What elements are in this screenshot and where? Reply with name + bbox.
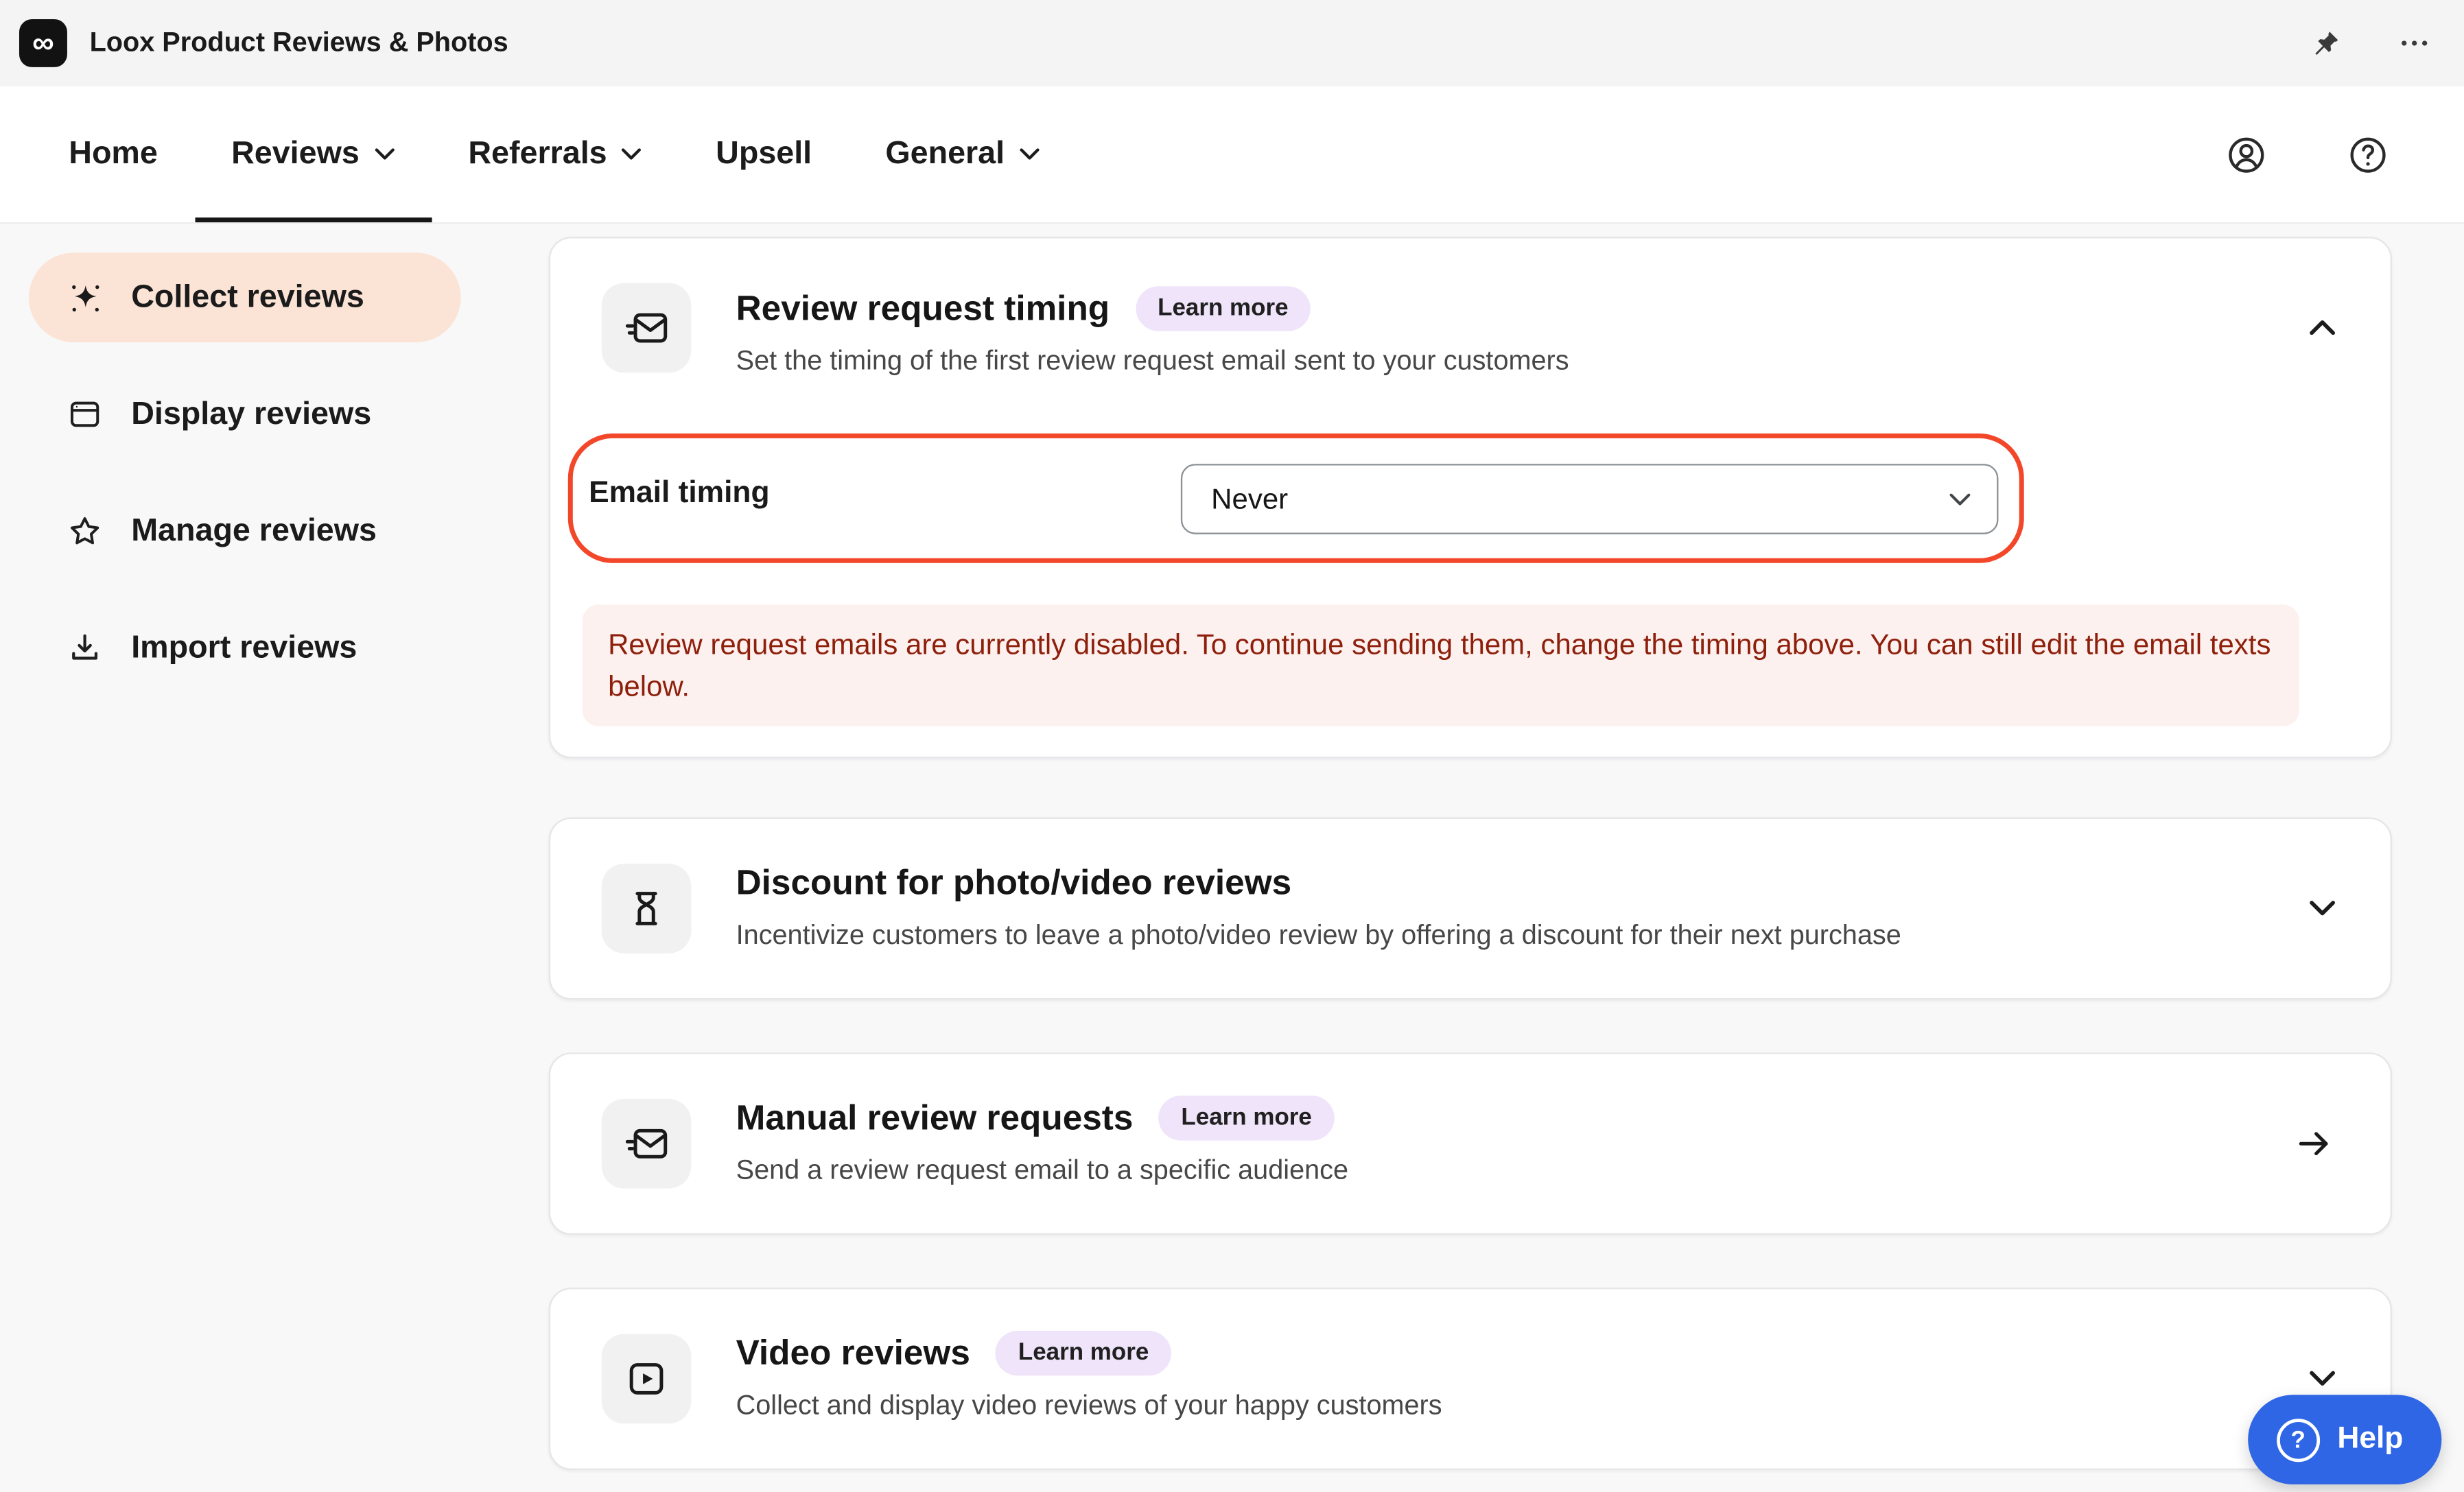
card-title: Review request timing <box>736 286 1110 331</box>
card-title: Video reviews <box>736 1331 970 1375</box>
loox-logo-icon: ∞ <box>19 19 67 67</box>
sidebar-item-collect-reviews[interactable]: Collect reviews <box>29 252 461 342</box>
tab-referrals[interactable]: Referrals <box>432 86 679 222</box>
question-mark-icon: ? <box>2277 1418 2320 1461</box>
help-fab-button[interactable]: ? Help <box>2248 1395 2442 1484</box>
sidebar-item-label: Display reviews <box>131 396 371 433</box>
content-area: Collect reviews Display reviews Manage r… <box>0 224 2464 1492</box>
learn-more-badge[interactable]: Learn more <box>1135 286 1311 331</box>
help-fab-label: Help <box>2337 1422 2403 1457</box>
pin-icon[interactable] <box>2302 20 2349 67</box>
email-timing-label: Email timing <box>589 477 769 512</box>
chevron-down-icon <box>1019 147 1040 162</box>
card-title: Manual review requests <box>736 1096 1134 1140</box>
sparkle-icon <box>64 278 106 318</box>
learn-more-badge[interactable]: Learn more <box>996 1331 1171 1375</box>
star-icon <box>64 512 106 550</box>
card-video-reviews: Video reviews Learn more Collect and dis… <box>549 1288 2392 1470</box>
chevron-down-icon <box>622 147 642 162</box>
tab-reviews[interactable]: Reviews <box>194 86 431 222</box>
video-icon <box>602 1334 692 1424</box>
warning-message: Review request emails are currently disa… <box>583 604 2299 726</box>
card-header-text: Review request timing Learn more Set the… <box>736 286 2246 381</box>
collapse-button[interactable] <box>2302 312 2342 342</box>
tab-general[interactable]: General <box>849 86 1077 222</box>
app-root: ∞ Loox Product Reviews & Photos Home Rev… <box>0 0 2464 1492</box>
chevron-down-icon <box>1949 492 1971 506</box>
card-discount-reviews: Discount for photo/video reviews Incenti… <box>549 818 2392 1000</box>
window-icon <box>64 395 106 434</box>
sidebar-item-label: Manage reviews <box>131 512 377 549</box>
card-header-text: Manual review requests Learn more Send a… <box>736 1096 2246 1190</box>
sidebar-item-manage-reviews[interactable]: Manage reviews <box>29 486 461 576</box>
card-header-text: Video reviews Learn more Collect and dis… <box>736 1331 2246 1425</box>
topbar-actions <box>2302 19 2441 67</box>
chevron-down-icon <box>2309 900 2336 918</box>
arrow-right-icon <box>2292 1122 2336 1165</box>
tab-referrals-label: Referrals <box>468 136 607 173</box>
email-icon <box>602 1099 692 1189</box>
help-circle-icon[interactable] <box>2339 126 2397 183</box>
email-timing-select[interactable]: Never <box>1181 464 1999 534</box>
main-panel: Review request timing Learn more Set the… <box>461 224 2464 1492</box>
tab-upsell-label: Upsell <box>716 136 812 173</box>
sidebar-item-label: Import reviews <box>131 630 357 667</box>
expand-button[interactable] <box>2302 893 2342 923</box>
main-nav: Home Reviews Referrals Upsell General <box>0 86 2464 224</box>
open-button[interactable] <box>2286 1115 2343 1172</box>
card-title: Discount for photo/video reviews <box>736 861 1291 905</box>
tab-general-label: General <box>885 136 1005 173</box>
sidebar-item-label: Collect reviews <box>131 279 364 316</box>
sidebar-item-display-reviews[interactable]: Display reviews <box>29 370 461 460</box>
card-header-text: Discount for photo/video reviews Incenti… <box>736 861 2246 956</box>
card-review-request-timing: Review request timing Learn more Set the… <box>549 237 2392 758</box>
discount-icon <box>602 864 692 954</box>
account-icon[interactable] <box>2218 126 2275 183</box>
card-subtitle: Incentivize customers to leave a photo/v… <box>736 916 2246 955</box>
email-timing-value: Never <box>1211 482 1288 516</box>
card-subtitle: Collect and display video reviews of you… <box>736 1387 2246 1425</box>
tab-home[interactable]: Home <box>32 86 195 222</box>
sidebar: Collect reviews Display reviews Manage r… <box>0 224 461 1492</box>
more-options-icon[interactable] <box>2391 19 2439 67</box>
chevron-up-icon <box>2309 318 2336 336</box>
app-title: Loox Product Reviews & Photos <box>90 27 508 60</box>
import-icon <box>64 628 106 667</box>
email-icon <box>602 283 692 373</box>
card-subtitle: Send a review request email to a specifi… <box>736 1152 2246 1190</box>
expand-button[interactable] <box>2302 1364 2342 1394</box>
sidebar-item-import-reviews[interactable]: Import reviews <box>29 603 461 693</box>
card-subtitle: Set the timing of the first review reque… <box>736 342 2246 381</box>
tab-reviews-label: Reviews <box>231 136 360 173</box>
learn-more-badge[interactable]: Learn more <box>1159 1096 1335 1140</box>
chevron-down-icon <box>374 147 395 162</box>
chevron-down-icon <box>2309 1370 2336 1388</box>
tab-upsell[interactable]: Upsell <box>679 86 849 222</box>
topbar: ∞ Loox Product Reviews & Photos <box>0 0 2464 86</box>
card-manual-review-requests: Manual review requests Learn more Send a… <box>549 1052 2392 1235</box>
nav-actions <box>2218 126 2432 183</box>
tab-home-label: Home <box>69 136 158 173</box>
